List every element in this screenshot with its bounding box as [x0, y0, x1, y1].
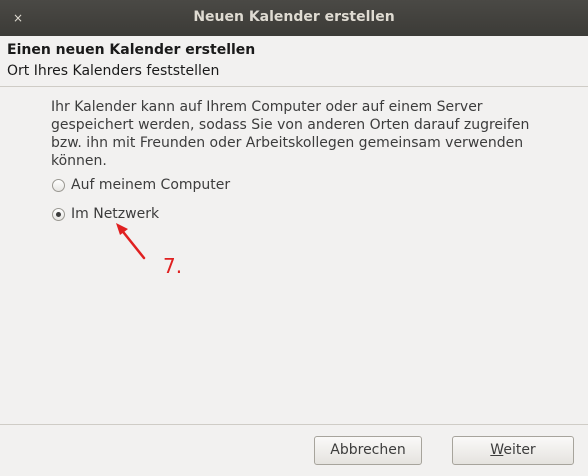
radio-button-icon[interactable] — [52, 179, 65, 192]
annotation-step-label: 7. — [163, 254, 183, 278]
annotation-arrow-icon — [116, 223, 146, 260]
next-button-label: eiter — [503, 442, 536, 458]
wizard-step-title: Einen neuen Kalender erstellen — [7, 42, 256, 58]
wizard-step-subtitle: Ort Ihres Kalenders feststellen — [7, 63, 220, 79]
button-area-divider — [0, 424, 588, 425]
window-title: Neuen Kalender erstellen — [193, 9, 395, 25]
dialog-window: × Neuen Kalender erstellen Einen neuen K… — [0, 0, 588, 476]
next-button[interactable]: Weiter — [452, 436, 574, 465]
wizard-header: Einen neuen Kalender erstellen Ort Ihres… — [0, 36, 588, 87]
next-button-mnemonic: W — [490, 442, 504, 458]
radio-button-icon[interactable] — [52, 208, 65, 221]
cancel-button[interactable]: Abbrechen — [314, 436, 422, 465]
radio-label-local[interactable]: Auf meinem Computer — [71, 177, 230, 193]
location-description: Ihr Kalender kann auf Ihrem Computer ode… — [51, 99, 530, 169]
title-bar[interactable]: × Neuen Kalender erstellen — [0, 0, 588, 36]
